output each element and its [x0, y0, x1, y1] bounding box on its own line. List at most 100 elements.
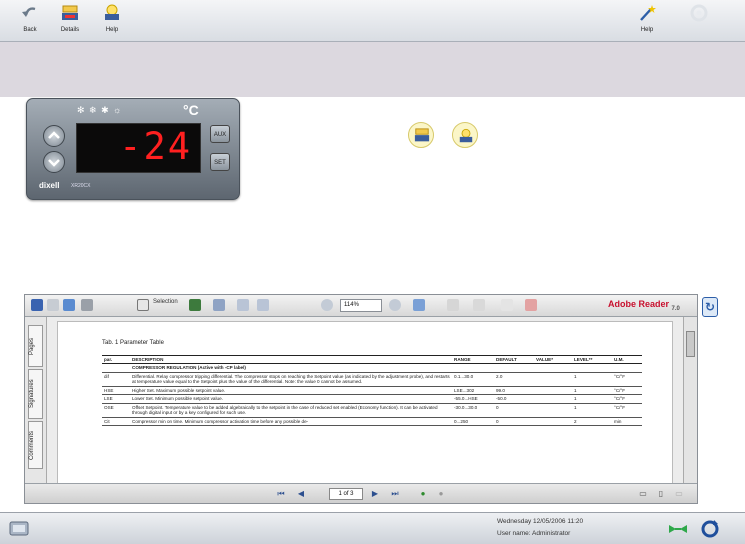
details-label: Details: [60, 27, 80, 33]
single-page-icon[interactable]: ▭: [637, 488, 649, 500]
down-button[interactable]: [43, 151, 65, 173]
cell-default: 2.0: [494, 372, 534, 387]
set-button[interactable]: SET: [210, 153, 230, 171]
cell-desc: Compressor min on time. Minimum compress…: [130, 417, 452, 426]
date-time-label: Wednesday 12/05/2006 11:20: [497, 518, 584, 525]
help-pdf-icon[interactable]: [525, 299, 537, 311]
select-tool[interactable]: Selection: [153, 299, 178, 313]
model-label: XR20CX: [71, 183, 91, 189]
cell-um: °C/°F: [612, 403, 642, 418]
cell-par: OSE: [102, 403, 130, 418]
document-page: Tab. 1 Parameter Table par. DESCRIPTION …: [57, 321, 673, 483]
chevron-down-icon: [48, 159, 60, 167]
settings-button: [683, 3, 715, 39]
lightbulb-icon: [459, 128, 473, 143]
gear-icon: [690, 4, 708, 22]
cell-range: -55.0...HSE: [452, 394, 494, 404]
system-icon[interactable]: [8, 519, 30, 539]
last-page-button[interactable]: ⏭: [389, 488, 401, 500]
save-icon[interactable]: [31, 299, 43, 311]
cell-value: [534, 363, 572, 373]
tab-pages[interactable]: Pages: [28, 325, 43, 367]
cell-range: LSE...302: [452, 386, 494, 395]
forward-nav-icon[interactable]: [501, 299, 513, 311]
table-header-row: par. DESCRIPTION RANGE DEFAULT VALUE* LE…: [102, 355, 642, 364]
fit-page-icon[interactable]: [257, 299, 269, 311]
print-icon[interactable]: [47, 299, 59, 311]
page-number-input[interactable]: 1 of 3: [329, 488, 363, 500]
actual-size-icon[interactable]: [237, 299, 249, 311]
col-value: VALUE*: [534, 355, 572, 364]
back-arrow-icon: [22, 7, 36, 17]
pdf-toolbar: Selection 114% Adobe Reader 7.0: [25, 295, 697, 317]
go-back-view-icon[interactable]: ●: [417, 488, 429, 500]
cell-um: [612, 363, 642, 373]
col-level: LEVEL**: [572, 355, 612, 364]
cell-value: [534, 386, 572, 395]
cell-desc: COMPRESSOR REGULATION (Active with -CP l…: [130, 363, 452, 373]
help-shortcut[interactable]: [452, 122, 478, 148]
snapshot-icon[interactable]: [189, 299, 201, 311]
aux-button[interactable]: AUX: [210, 125, 230, 143]
help-right-button[interactable]: Help: [631, 3, 663, 39]
cell-um: °C/°F: [612, 372, 642, 387]
prev-page-button[interactable]: ◀: [295, 488, 307, 500]
temperature-value: -24: [119, 125, 192, 168]
details-button[interactable]: Details: [54, 3, 86, 39]
top-toolbar: Back Details Help Help: [0, 0, 745, 42]
cell-level: [572, 363, 612, 373]
cell-desc: Offset Setpoint. Temperature value to be…: [130, 403, 452, 418]
cell-default: 0: [494, 417, 534, 426]
tab-comments[interactable]: Comments: [28, 421, 43, 469]
zoom-in-plus-icon[interactable]: [389, 299, 401, 311]
help-right-label: Help: [640, 27, 654, 33]
hand-tool-icon[interactable]: [137, 299, 149, 311]
brand-logo: dixell: [39, 181, 60, 190]
next-page-button[interactable]: ▶: [369, 488, 381, 500]
back-nav-icon[interactable]: [473, 299, 485, 311]
col-default: DEFAULT: [494, 355, 534, 364]
rotate-icon[interactable]: [413, 299, 425, 311]
details-shortcut[interactable]: [408, 122, 434, 148]
status-bar: Wednesday 12/05/2006 11:20 User name: Ad…: [0, 512, 745, 544]
table-row: OSE Offset Setpoint. Temperature value t…: [102, 403, 642, 418]
go-forward-view-icon[interactable]: ●: [435, 488, 447, 500]
table-caption: Tab. 1 Parameter Table: [102, 340, 164, 346]
table-row: Cit Compressor min on time. Minimum comp…: [102, 417, 642, 426]
header-band: [0, 42, 745, 97]
back-button[interactable]: Back: [14, 3, 46, 39]
table-row: HSE Higher Set. Maximum possible setpoin…: [102, 386, 642, 395]
col-range: RANGE: [452, 355, 494, 364]
cell-range: 0.1...30.0: [452, 372, 494, 387]
wand-icon: [640, 5, 656, 21]
cell-default: -50.0: [494, 394, 534, 404]
tab-signatures[interactable]: Signatures: [28, 369, 43, 419]
cell-desc: Higher Set. Maximum possible setpoint va…: [130, 386, 452, 395]
refresh-doc-icon[interactable]: ↻: [702, 297, 718, 317]
table-row: LSE Lower Set. Minimum possible setpoint…: [102, 394, 642, 404]
facing-icon[interactable]: ▭: [673, 488, 685, 500]
email-icon[interactable]: [63, 299, 75, 311]
cell-um: min: [612, 417, 642, 426]
cell-range: -30.0...30.0: [452, 403, 494, 418]
scrollbar-thumb[interactable]: [686, 331, 695, 357]
document-area: Tab. 1 Parameter Table par. DESCRIPTION …: [47, 317, 683, 483]
read-icon[interactable]: [447, 299, 459, 311]
pdf-viewer: Selection 114% Adobe Reader 7.0 Pages Si…: [24, 294, 698, 504]
search-icon[interactable]: [81, 299, 93, 311]
first-page-button[interactable]: ⏮: [275, 488, 287, 500]
cell-value: [534, 394, 572, 404]
cell-um: °C/°F: [612, 394, 642, 404]
help-left-button[interactable]: Help: [96, 3, 128, 39]
continuous-icon[interactable]: ▯: [655, 488, 667, 500]
vertical-scrollbar[interactable]: [683, 317, 697, 483]
table-row: COMPRESSOR REGULATION (Active with -CP l…: [102, 363, 642, 373]
zoom-select[interactable]: 114%: [340, 299, 382, 312]
up-button[interactable]: [43, 125, 65, 147]
zoom-out-icon[interactable]: [321, 299, 333, 311]
controller-icon: [414, 128, 430, 142]
temperature-display: -24: [76, 123, 201, 173]
zoom-in-icon[interactable]: [213, 299, 225, 311]
sync-icon[interactable]: [700, 519, 720, 539]
back-label: Back: [23, 27, 37, 33]
